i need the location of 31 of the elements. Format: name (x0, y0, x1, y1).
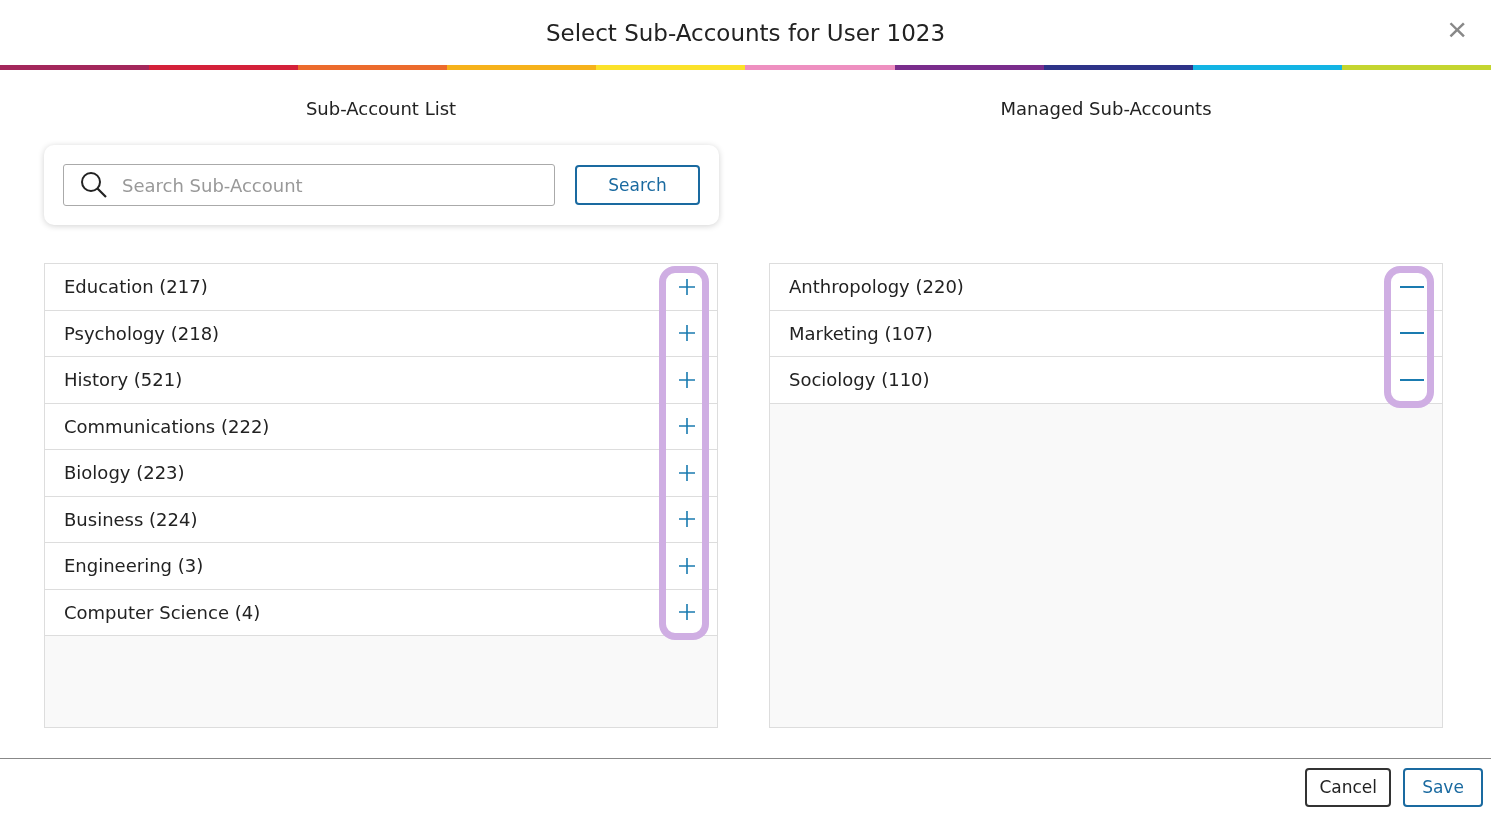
minus-icon (1400, 284, 1424, 289)
list-item-label: Engineering (3) (64, 555, 204, 577)
list-item-label: History (521) (64, 369, 183, 391)
list-item-label: Biology (223) (64, 462, 185, 484)
plus-icon (678, 277, 696, 296)
list-item-label: Anthropology (220) (789, 276, 964, 298)
column-heading: Managed Sub-Accounts (999, 98, 1213, 119)
save-button[interactable]: Save (1403, 767, 1483, 807)
plus-icon (678, 603, 696, 622)
minus-icon (1400, 377, 1424, 382)
list-item-label: Business (224) (64, 508, 198, 530)
column-heading: Sub-Account List (304, 98, 458, 119)
list-item-label: Sociology (110) (789, 369, 930, 391)
list-item-label: Communications (222) (64, 415, 270, 437)
list-item-label: Marketing (107) (789, 322, 933, 344)
search-button[interactable]: Search (575, 165, 700, 205)
plus-icon (678, 324, 696, 343)
plus-icon (678, 463, 696, 482)
cancel-button[interactable]: Cancel (1305, 767, 1391, 807)
minus-icon (1400, 331, 1424, 336)
close-button[interactable]: × (1443, 12, 1471, 46)
plus-icon (678, 370, 696, 389)
list-item-label: Psychology (218) (64, 322, 220, 344)
list-item-label: Education (217) (64, 276, 208, 298)
search-icon (80, 171, 108, 199)
search-field[interactable]: Search Sub-Account (63, 164, 555, 206)
plus-icon (678, 510, 696, 529)
list-item-label: Computer Science (4) (64, 601, 261, 623)
plus-icon (678, 417, 696, 436)
dialog-title: Select Sub-Accounts for User 1023 (545, 19, 946, 46)
plus-icon (678, 556, 696, 575)
